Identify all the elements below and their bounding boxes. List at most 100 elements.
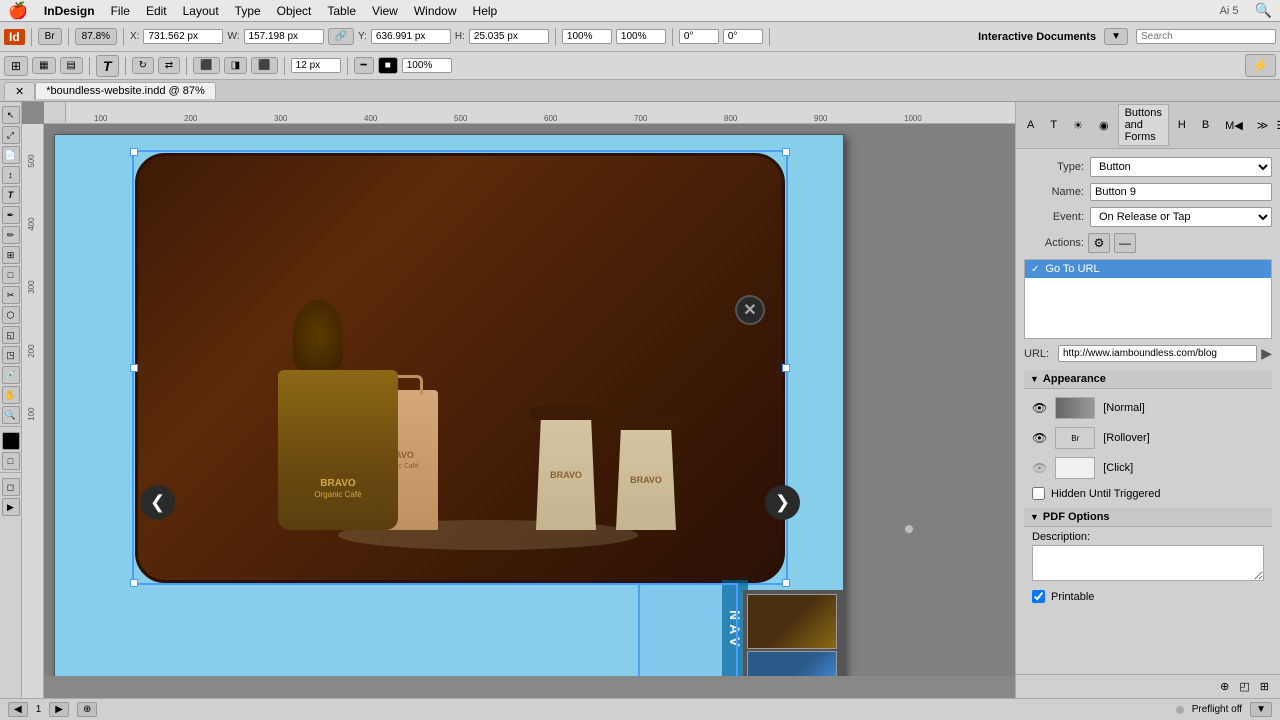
printable-checkbox[interactable] — [1032, 590, 1045, 603]
panel-tab-sun[interactable]: ☀ — [1066, 116, 1090, 135]
pt-size-input[interactable] — [291, 58, 341, 73]
y-input[interactable] — [371, 29, 451, 44]
rect-frame-tool[interactable]: ⊞ — [2, 246, 20, 264]
pdf-options-header[interactable]: ▼ PDF Options — [1024, 508, 1272, 527]
pct1-input[interactable] — [562, 29, 612, 44]
url-input[interactable] — [1058, 345, 1257, 362]
hand-tool[interactable]: ✋ — [2, 386, 20, 404]
pct2-input[interactable] — [616, 29, 666, 44]
close-button[interactable]: ✕ — [735, 295, 765, 325]
panel-expand-btn[interactable]: ≫ — [1254, 118, 1272, 133]
align-left[interactable]: ⬛ — [193, 57, 219, 74]
menu-view[interactable]: View — [372, 4, 398, 18]
panel-footer-btn2[interactable]: ◰ — [1236, 679, 1252, 694]
angle1-input[interactable] — [679, 29, 719, 44]
pct3-input[interactable] — [402, 58, 452, 73]
goto-page-btn[interactable]: ⊕ — [77, 702, 97, 717]
thumb-2[interactable] — [747, 651, 837, 676]
preview-btn[interactable]: ▶ — [2, 498, 20, 516]
click-state-item[interactable]: 👁 [Click] — [1024, 453, 1272, 483]
pencil-tool[interactable]: ✏ — [2, 226, 20, 244]
document-tab[interactable]: *boundless-website.indd @ 87% — [35, 82, 216, 99]
view-btn[interactable]: ▦ — [32, 57, 55, 74]
next-page-btn[interactable]: ▶ — [49, 702, 69, 717]
w-input[interactable] — [244, 29, 324, 44]
document-canvas[interactable]: BRAVOOrganic Café BRAVOOrganic Café — [44, 124, 1015, 676]
fill-btn[interactable]: ■ — [378, 57, 398, 74]
add-action-btn[interactable]: ⚙ — [1088, 233, 1110, 253]
hidden-checkbox[interactable] — [1032, 487, 1045, 500]
menu-help[interactable]: Help — [473, 4, 498, 18]
panel-tab-m[interactable]: M◀ — [1218, 116, 1250, 135]
description-input[interactable] — [1032, 545, 1264, 581]
panel-tab-h[interactable]: H — [1171, 116, 1193, 134]
grid-btn[interactable]: ⊞ — [4, 56, 28, 76]
panel-tab-t[interactable]: T — [1043, 116, 1064, 134]
apple-menu[interactable]: 🍎 — [8, 1, 28, 21]
menu-object[interactable]: Object — [277, 4, 312, 18]
zoom-tool-left[interactable]: 🔍 — [2, 406, 20, 424]
next-arrow[interactable]: ❯ — [765, 485, 800, 520]
search-bar[interactable] — [1136, 29, 1276, 44]
gap-tool[interactable]: ↕ — [2, 166, 20, 184]
panel-tab-circle[interactable]: ◉ — [1092, 116, 1116, 135]
page-tool[interactable]: 📄 — [2, 146, 20, 164]
search-icon[interactable]: 🔍 — [1255, 2, 1272, 19]
url-go-btn[interactable]: ▶ — [1261, 345, 1272, 362]
close-tab-btn[interactable]: ✕ — [4, 82, 35, 100]
preflight-dropdown[interactable]: ▼ — [1250, 702, 1272, 717]
normal-state-item[interactable]: 👁 [Normal] — [1024, 393, 1272, 423]
gradient-tool[interactable]: ◱ — [2, 326, 20, 344]
eyedropper-tool[interactable]: 💉 — [2, 366, 20, 384]
appearance-header[interactable]: ▼ Appearance — [1024, 370, 1272, 389]
layout-btn[interactable]: ▤ — [60, 57, 83, 74]
stroke-color[interactable]: □ — [2, 452, 20, 470]
rect-tool[interactable]: □ — [2, 266, 20, 284]
rollover-state-item[interactable]: 👁 Br [Rollover] — [1024, 423, 1272, 453]
fill-color[interactable]: ■ — [2, 432, 20, 450]
panel-tab-a[interactable]: A — [1020, 116, 1041, 134]
type-select[interactable]: Button Check Box Combo Box — [1090, 157, 1272, 177]
panel-tab-b[interactable]: B — [1195, 116, 1216, 134]
menu-type[interactable]: Type — [235, 4, 261, 18]
type-tool-left[interactable]: T — [2, 186, 20, 204]
menu-table[interactable]: Table — [327, 4, 356, 18]
remove-action-btn[interactable]: — — [1114, 233, 1136, 253]
lock-btn[interactable]: 🔗 — [328, 28, 354, 45]
panel-footer-btn3[interactable]: ⊞ — [1257, 679, 1272, 694]
normal-eye-icon[interactable]: 👁 — [1032, 401, 1047, 415]
panel-footer-btn1[interactable]: ⊕ — [1217, 679, 1232, 694]
goto-url-item[interactable]: ✓ Go To URL — [1025, 260, 1271, 278]
menu-edit[interactable]: Edit — [146, 4, 167, 18]
stroke-btn[interactable]: ━ — [354, 57, 374, 74]
align-center[interactable]: ◨ — [224, 57, 247, 74]
main-image-frame[interactable]: BRAVOOrganic Café BRAVOOrganic Café — [135, 153, 785, 583]
x-input[interactable] — [143, 29, 223, 44]
menu-window[interactable]: Window — [414, 4, 457, 18]
click-eye-icon[interactable]: 👁 — [1032, 461, 1047, 475]
transform-btn[interactable]: ↻ — [132, 57, 154, 74]
h-input[interactable] — [469, 29, 549, 44]
handle-bl[interactable] — [130, 579, 138, 587]
pen-tool[interactable]: ✒ — [2, 206, 20, 224]
zoom-btn[interactable]: 87.8% — [75, 28, 117, 45]
scissors-tool[interactable]: ✂ — [2, 286, 20, 304]
prev-page-btn[interactable]: ◀ — [8, 702, 28, 717]
frame-mode[interactable]: ◻ — [2, 478, 20, 496]
select-tool[interactable]: ↖ — [2, 106, 20, 124]
thumb-1[interactable] — [747, 594, 837, 649]
event-select[interactable]: On Release or Tap On Click On Roll Over — [1090, 207, 1272, 227]
handle-tl[interactable] — [130, 148, 138, 156]
menu-file[interactable]: File — [111, 4, 130, 18]
panel-tab-buttons[interactable]: Buttons and Forms — [1118, 104, 1169, 146]
prev-arrow[interactable]: ❮ — [140, 485, 175, 520]
flash-btn[interactable]: ⚡ — [1245, 54, 1276, 77]
name-input[interactable] — [1090, 183, 1272, 201]
align-right[interactable]: ⬛ — [251, 57, 277, 74]
panel-menu-btn[interactable]: ☰ — [1273, 118, 1280, 133]
direct-select-tool[interactable]: ⤢ — [2, 126, 20, 144]
handle-br[interactable] — [782, 579, 790, 587]
type-tool[interactable]: T — [96, 55, 119, 77]
rollover-eye-icon[interactable]: 👁 — [1032, 431, 1047, 445]
handle-tr[interactable] — [782, 148, 790, 156]
